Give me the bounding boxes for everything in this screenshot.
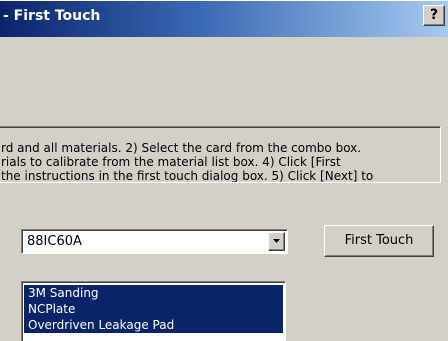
card-combo-value: 88IC60A — [27, 234, 82, 249]
material-list-box[interactable]: 3M Sanding NCPlate Overdriven Leakage Pa… — [21, 281, 286, 341]
list-item[interactable]: Overdriven Leakage Pad — [24, 317, 283, 333]
card-combo-box[interactable]: 88IC60A — [21, 229, 288, 254]
combo-dropdown-button[interactable] — [268, 232, 285, 251]
instruction-line: rd and all materials. 2) Select the card… — [1, 141, 362, 155]
list-item[interactable]: NCPlate — [24, 301, 283, 317]
help-button[interactable]: ? — [423, 5, 445, 26]
window-title: - First Touch — [3, 8, 101, 24]
instruction-line: the instructions in the first touch dial… — [1, 169, 374, 183]
instruction-line: rials to calibrate from the material lis… — [1, 155, 341, 169]
instructions-panel: rd and all materials. 2) Select the card… — [0, 126, 441, 183]
list-item[interactable]: 3M Sanding — [24, 285, 283, 301]
title-bar[interactable]: - First Touch ? — [0, 0, 448, 37]
chevron-down-icon — [273, 239, 280, 243]
first-touch-button[interactable]: First Touch — [324, 225, 434, 257]
